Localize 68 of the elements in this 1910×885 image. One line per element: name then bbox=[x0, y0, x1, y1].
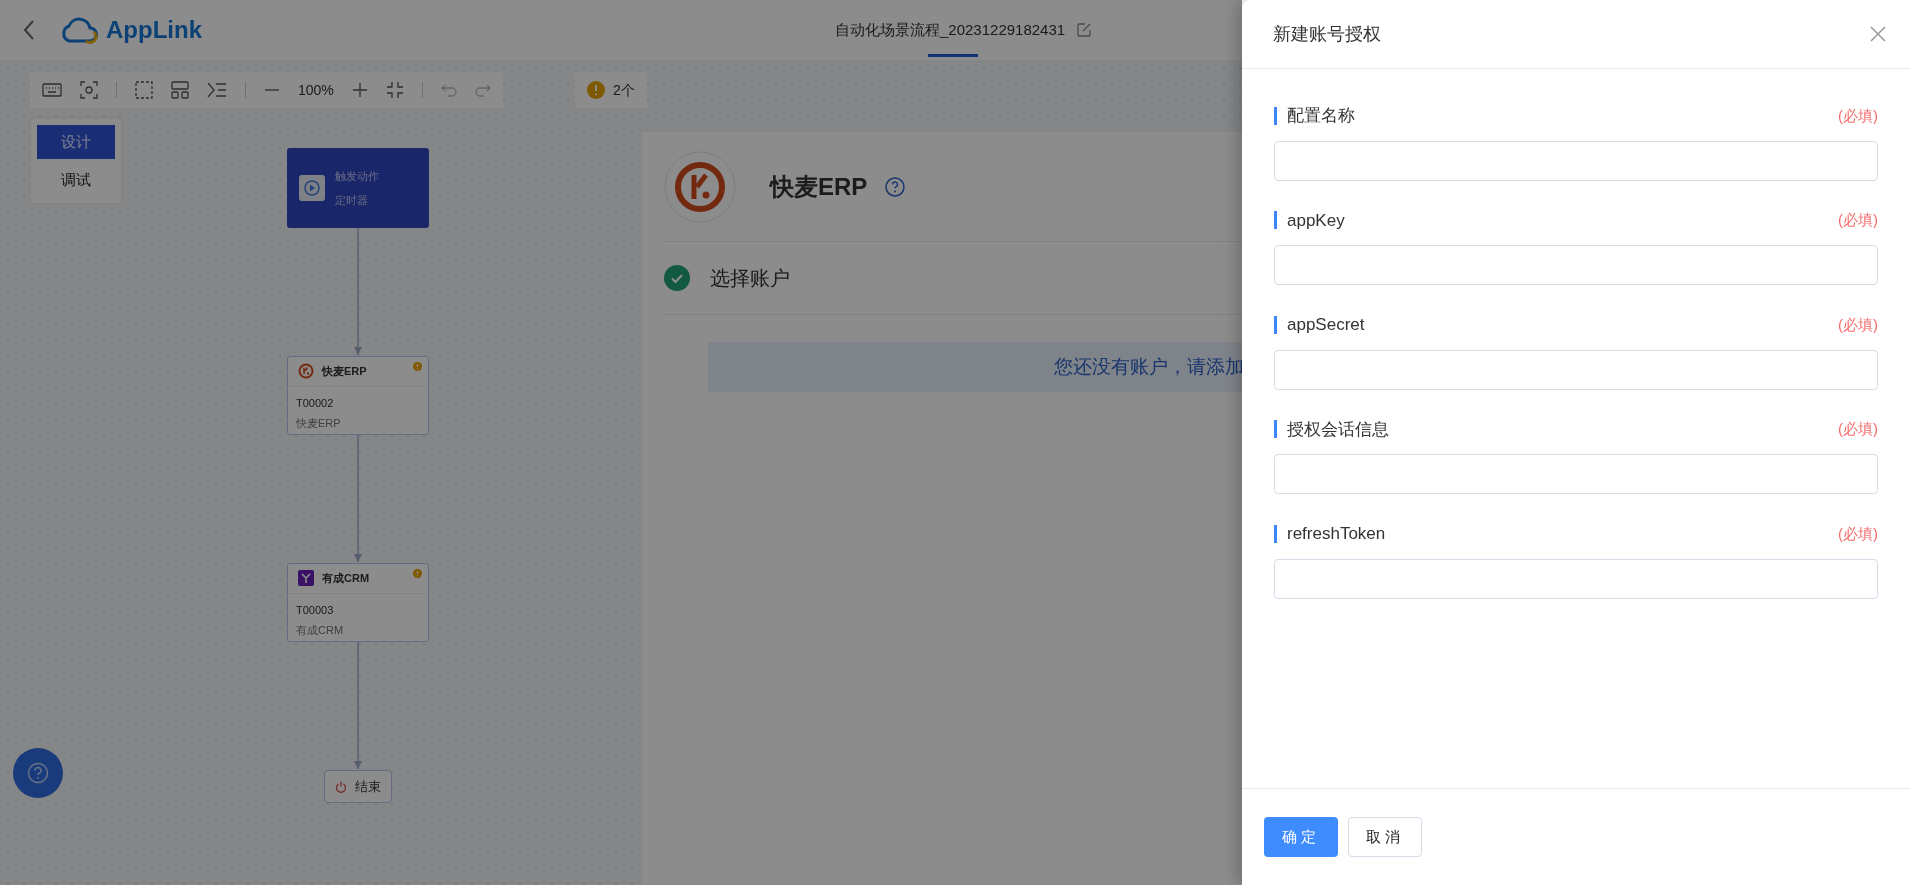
node-title: 触发动作 bbox=[335, 168, 379, 184]
selection-icon[interactable] bbox=[135, 81, 153, 99]
node-title: 有成CRM bbox=[322, 571, 370, 586]
input-field[interactable] bbox=[1274, 245, 1878, 285]
app-title: 快麦ERP bbox=[770, 171, 868, 202]
label-marker bbox=[1274, 211, 1277, 230]
app-name: AppLink bbox=[106, 15, 202, 45]
question-icon bbox=[27, 762, 49, 784]
label-marker bbox=[1274, 106, 1277, 125]
redo-icon[interactable] bbox=[474, 83, 491, 97]
notice-text: 您还没有账户，请添加 bbox=[1054, 354, 1244, 379]
required-mark: (必填) bbox=[1838, 210, 1878, 230]
keyboard-icon[interactable] bbox=[42, 83, 62, 97]
tab-underline bbox=[928, 54, 978, 57]
help-button[interactable] bbox=[13, 748, 63, 798]
label-marker bbox=[1274, 524, 1277, 543]
node-subtitle: 定时器 bbox=[335, 193, 369, 208]
list-icon[interactable] bbox=[207, 82, 227, 98]
field-label: 配置名称 bbox=[1287, 105, 1355, 127]
fit-icon[interactable] bbox=[385, 81, 404, 99]
input-field[interactable] bbox=[1274, 140, 1878, 181]
end-node[interactable]: 结束 bbox=[324, 770, 392, 803]
mode-tab[interactable]: 设计 bbox=[37, 125, 115, 159]
help-icon[interactable] bbox=[885, 176, 906, 197]
required-mark: (必填) bbox=[1838, 314, 1878, 335]
step-label: 选择账户 bbox=[710, 266, 790, 291]
edit-icon[interactable] bbox=[1077, 23, 1092, 37]
k-logo-icon bbox=[298, 363, 314, 380]
node-code: T00002 bbox=[296, 395, 335, 411]
app-node[interactable]: 有成CRM T00003 有成CRM bbox=[287, 563, 429, 642]
field-label: appKey bbox=[1287, 209, 1345, 232]
node-subtitle: 有成CRM bbox=[296, 623, 345, 638]
zoom-level: 100% bbox=[298, 80, 334, 100]
required-mark: (必填) bbox=[1838, 523, 1878, 544]
label-marker bbox=[1274, 315, 1277, 334]
warning-icon[interactable] bbox=[587, 81, 605, 99]
confirm-button[interactable]: 确定 bbox=[1264, 817, 1338, 857]
cancel-button[interactable]: 取消 bbox=[1348, 817, 1422, 857]
input-field[interactable] bbox=[1274, 454, 1878, 494]
cloud-logo-icon bbox=[60, 16, 98, 44]
layout-icon[interactable] bbox=[171, 81, 189, 99]
field-label: appSecret bbox=[1287, 314, 1365, 336]
field-label: 授权会话信息 bbox=[1287, 418, 1389, 441]
zoom-in-icon[interactable] bbox=[351, 82, 368, 98]
k-logo-icon bbox=[664, 150, 736, 223]
label-marker bbox=[1274, 420, 1277, 439]
node-code: T00003 bbox=[296, 602, 335, 618]
required-mark: (必填) bbox=[1838, 419, 1878, 439]
node-title: 结束 bbox=[355, 777, 381, 796]
power-icon bbox=[335, 780, 347, 793]
input-field[interactable] bbox=[1274, 349, 1878, 390]
screenshot-icon[interactable] bbox=[80, 81, 98, 99]
flow-title: 自动化场景流程_20231229182431 bbox=[835, 19, 1066, 40]
back-icon[interactable] bbox=[22, 19, 36, 41]
field-label: refreshToken bbox=[1287, 523, 1386, 545]
node-subtitle: 快麦ERP bbox=[296, 416, 342, 431]
input-field[interactable] bbox=[1274, 558, 1878, 599]
app-node[interactable]: 快麦ERP T00002 快麦ERP bbox=[287, 356, 429, 435]
play-icon bbox=[299, 175, 325, 201]
y-logo-icon bbox=[298, 570, 314, 587]
drawer-title: 新建账号授权 bbox=[1273, 22, 1381, 46]
warning-count: 2个 bbox=[613, 80, 635, 100]
close-icon[interactable] bbox=[1870, 26, 1886, 42]
node-title: 快麦ERP bbox=[322, 364, 367, 379]
mode-tab[interactable]: 调试 bbox=[37, 163, 115, 197]
required-mark: (必填) bbox=[1838, 105, 1878, 126]
undo-icon[interactable] bbox=[440, 83, 457, 97]
trigger-node[interactable]: 触发动作 定时器 bbox=[287, 148, 429, 228]
